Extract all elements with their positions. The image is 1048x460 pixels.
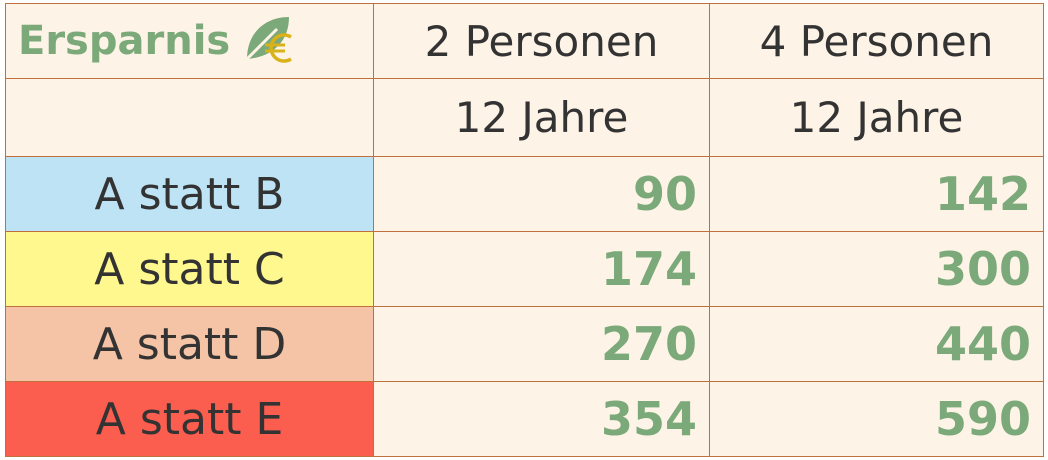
subheader-years-4-persons: 12 Jahre bbox=[709, 78, 1044, 157]
value-2-persons: 270 bbox=[373, 306, 710, 382]
row-label: A statt C bbox=[5, 231, 374, 307]
value-4-persons: 590 bbox=[709, 381, 1044, 457]
value-2-persons: 354 bbox=[373, 381, 710, 457]
table-row: A statt D 270 440 bbox=[5, 306, 1044, 382]
value-4-persons: 300 bbox=[709, 231, 1044, 307]
title-cell: Ersparnis bbox=[5, 3, 374, 79]
column-header-2-persons: 2 Personen bbox=[373, 3, 710, 79]
value-2-persons: 174 bbox=[373, 231, 710, 307]
table-title: Ersparnis bbox=[18, 18, 231, 64]
row-label: A statt B bbox=[5, 156, 374, 232]
table-row: A statt E 354 590 bbox=[5, 381, 1044, 457]
table-row: A statt B 90 142 bbox=[5, 156, 1044, 232]
header-row: Ersparnis 2 Personen 4 Personen bbox=[5, 3, 1044, 79]
row-label: A statt D bbox=[5, 306, 374, 382]
subheader-row: 12 Jahre 12 Jahre bbox=[5, 78, 1044, 157]
subheader-years-2-persons: 12 Jahre bbox=[373, 78, 710, 157]
leaf-euro-icon bbox=[243, 13, 299, 69]
column-header-4-persons: 4 Personen bbox=[709, 3, 1044, 79]
row-label: A statt E bbox=[5, 381, 374, 457]
savings-table: Ersparnis 2 Personen 4 Personen 12 Jahre… bbox=[5, 3, 1044, 457]
value-4-persons: 142 bbox=[709, 156, 1044, 232]
value-2-persons: 90 bbox=[373, 156, 710, 232]
empty-subheader-cell bbox=[5, 78, 374, 157]
value-4-persons: 440 bbox=[709, 306, 1044, 382]
table-row: A statt C 174 300 bbox=[5, 231, 1044, 307]
